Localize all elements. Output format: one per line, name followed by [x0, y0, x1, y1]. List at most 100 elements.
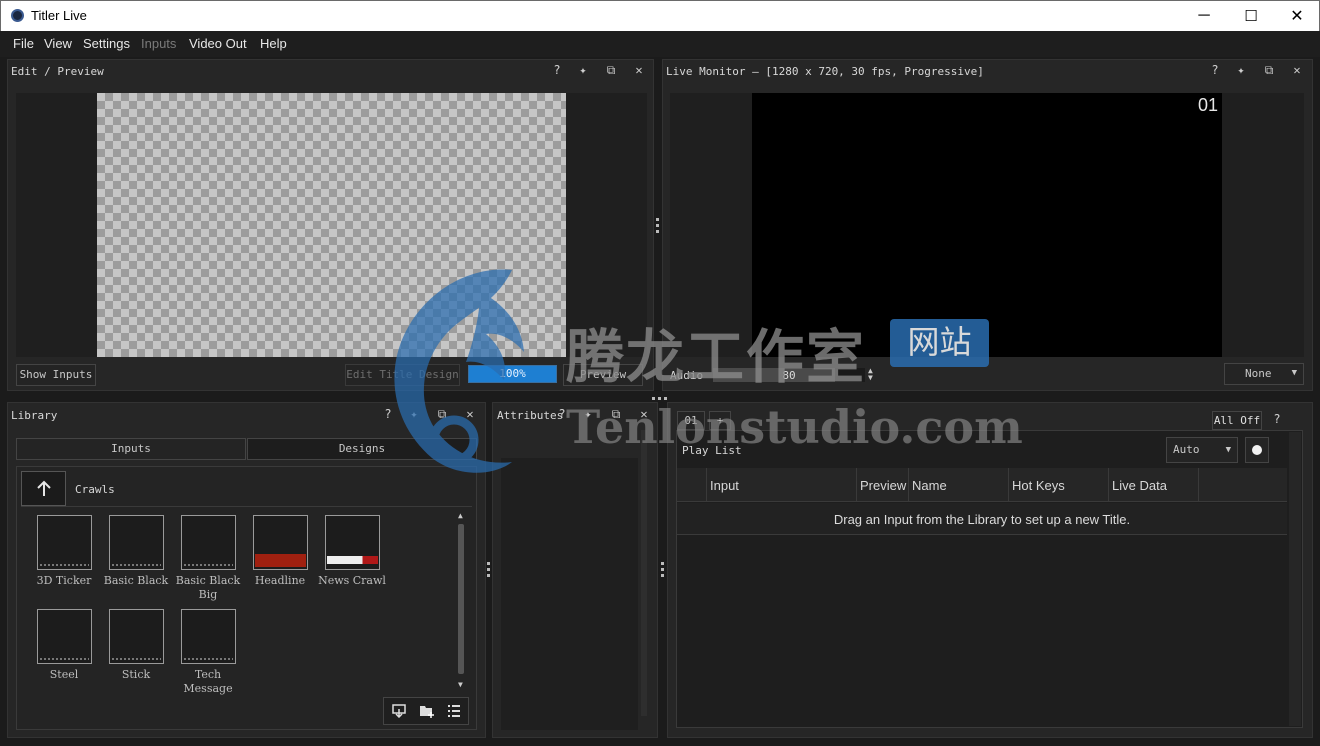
splitter-handle-left[interactable]	[487, 562, 490, 578]
show-inputs-button[interactable]: Show Inputs	[16, 364, 96, 386]
output-select[interactable]: None ▼	[1224, 363, 1304, 385]
float-icon[interactable]: ⧉	[604, 63, 618, 78]
column-hot-keys[interactable]: Hot Keys	[1009, 468, 1109, 502]
pin-icon[interactable]: ✦	[581, 407, 595, 421]
window-titlebar: Titler Live ─ ☐ ✕	[0, 0, 1320, 31]
library-item[interactable]: Tech Message	[172, 609, 244, 696]
preview-canvas[interactable]	[97, 93, 566, 357]
library-item[interactable]: Steel	[28, 609, 100, 682]
thumbnail-ticker-line	[183, 658, 233, 660]
column-input[interactable]: Input	[707, 468, 857, 502]
splitter-handle-right[interactable]	[661, 562, 664, 578]
library-toolbar	[383, 697, 469, 725]
thumbnail-red-bar	[254, 554, 306, 567]
live-monitor-title: Live Monitor – [1280 x 720, 30 fps, Prog…	[666, 65, 984, 78]
pin-icon[interactable]: ✦	[576, 63, 590, 77]
thumbnail-ticker-line	[183, 564, 233, 566]
edit-title-design-button[interactable]: Edit Title Design	[345, 364, 460, 386]
channel-number: 01	[1198, 95, 1219, 115]
library-item-label: Stick	[121, 668, 151, 681]
tab-designs[interactable]: Designs	[247, 438, 477, 460]
library-item[interactable]: Stick	[100, 609, 172, 682]
window-title: Titler Live	[31, 8, 87, 23]
column-live-data[interactable]: Live Data	[1109, 468, 1199, 502]
playlist-mode-select[interactable]: Auto ▼	[1166, 437, 1238, 463]
library-item-thumbnail	[108, 515, 164, 570]
current-folder: Crawls	[75, 483, 115, 496]
splitter-handle-middle[interactable]	[652, 397, 668, 400]
close-window-button[interactable]: ✕	[1274, 1, 1320, 31]
library-item-label: 3D Ticker	[36, 574, 92, 587]
library-item-label: Tech Message	[183, 668, 233, 695]
thumbnail-white-bar	[326, 556, 378, 564]
record-dot-icon	[1252, 445, 1262, 455]
minimize-button[interactable]: ─	[1181, 1, 1227, 31]
new-folder-icon[interactable]	[419, 704, 435, 718]
menu-inputs[interactable]: Inputs	[141, 36, 176, 51]
tab-inputs[interactable]: Inputs	[16, 438, 246, 460]
library-item[interactable]: Basic Black	[100, 515, 172, 588]
close-icon[interactable]: ✕	[463, 407, 477, 421]
close-icon[interactable]: ✕	[637, 407, 651, 421]
help-icon[interactable]: ?	[381, 407, 395, 421]
zoom-bar[interactable]: 100%	[468, 365, 557, 383]
library-item-thumbnail	[36, 609, 92, 664]
close-icon[interactable]: ✕	[632, 63, 646, 77]
help-icon[interactable]: ?	[550, 63, 564, 77]
help-icon[interactable]: ?	[1208, 63, 1222, 77]
chevron-down-icon: ▼	[1225, 445, 1231, 455]
float-icon[interactable]: ⧉	[1262, 63, 1276, 78]
menu-video-out[interactable]: Video Out	[189, 36, 247, 51]
preview-button[interactable]: Preview	[563, 364, 643, 386]
menu-file[interactable]: File	[13, 36, 34, 51]
library-item[interactable]: News Crawl	[316, 515, 388, 588]
arrow-up-icon	[36, 480, 51, 496]
maximize-button[interactable]: ☐	[1228, 1, 1274, 31]
import-icon[interactable]	[392, 704, 406, 718]
menu-settings[interactable]: Settings	[83, 36, 130, 51]
thumbnail-ticker-line	[39, 564, 89, 566]
playlist-scrollbar[interactable]	[1289, 432, 1301, 726]
record-button[interactable]	[1245, 437, 1269, 463]
live-output-screen	[752, 93, 1222, 357]
pin-icon[interactable]: ✦	[407, 407, 421, 421]
float-icon[interactable]: ⧉	[435, 407, 449, 422]
library-item-thumbnail	[324, 515, 380, 570]
library-item-thumbnail	[180, 515, 236, 570]
audio-level-bar[interactable]: 80	[713, 368, 865, 382]
close-icon[interactable]: ✕	[1290, 63, 1304, 77]
scroll-up-icon[interactable]: ▲	[458, 511, 463, 520]
library-scrollbar[interactable]: ▲ ▼	[457, 511, 467, 690]
playlist-table-header: Input Preview Name Hot Keys Live Data	[677, 468, 1287, 502]
library-item-thumbnail	[36, 515, 92, 570]
menu-view[interactable]: View	[44, 36, 72, 51]
library-item-label: Basic Black Big	[175, 574, 241, 601]
library-item-label: Headline	[254, 574, 306, 587]
attributes-scrollbar[interactable]	[641, 430, 647, 716]
float-icon[interactable]: ⧉	[609, 407, 623, 422]
playlist-mode-value: Auto	[1173, 443, 1200, 456]
edit-preview-title: Edit / Preview	[11, 65, 104, 78]
help-icon[interactable]: ?	[555, 407, 569, 421]
help-icon[interactable]: ?	[1270, 412, 1284, 426]
menu-help[interactable]: Help	[260, 36, 287, 51]
library-item[interactable]: 3D Ticker	[28, 515, 100, 588]
pin-icon[interactable]: ✦	[1234, 63, 1248, 77]
splitter-handle-top[interactable]	[656, 218, 659, 234]
attributes-content	[501, 458, 638, 730]
app-logo-icon	[11, 9, 24, 22]
column-name[interactable]: Name	[909, 468, 1009, 502]
all-off-button[interactable]: All Off	[1212, 411, 1262, 430]
scroll-down-icon[interactable]: ▼	[458, 680, 463, 689]
audio-spin-icon[interactable]: ▲ ▼	[868, 367, 873, 382]
column-preview[interactable]: Preview	[857, 468, 909, 502]
scrollbar-thumb[interactable]	[458, 524, 464, 674]
thumbnail-ticker-line	[111, 564, 161, 566]
folder-up-button[interactable]	[21, 471, 66, 506]
library-item[interactable]: Basic Black Big	[172, 515, 244, 602]
menu-bar: File View Settings Inputs Video Out Help	[0, 31, 1320, 57]
playlist-tab-01[interactable]: 01	[677, 411, 705, 430]
list-view-icon[interactable]	[447, 704, 461, 718]
library-item[interactable]: Headline	[244, 515, 316, 588]
add-tab-button[interactable]: +	[709, 411, 731, 430]
